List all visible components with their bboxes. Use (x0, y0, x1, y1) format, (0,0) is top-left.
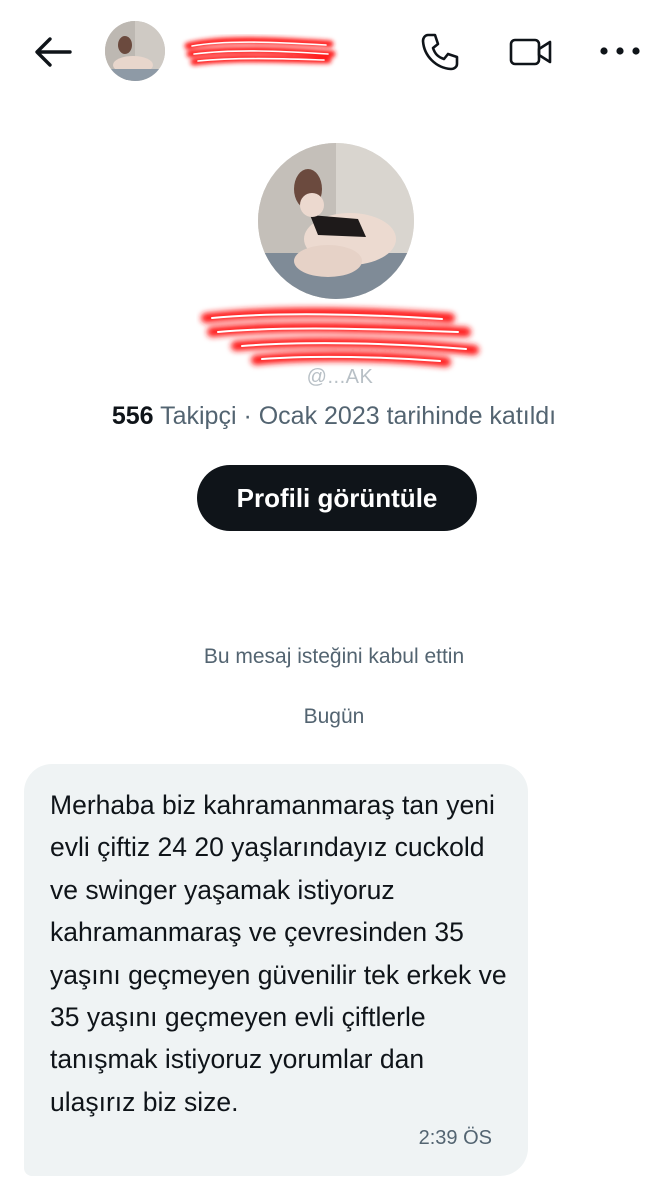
profile-stats: 556 Takipçi · Ocak 2023 tarihinde katıld… (0, 402, 668, 431)
arrow-left-icon (35, 37, 72, 67)
back-button[interactable] (30, 32, 74, 72)
profile-avatar[interactable] (258, 143, 414, 299)
request-accepted-notice: Bu mesaj isteğini kabul ettin (203, 645, 465, 668)
followers-count[interactable]: 556 (112, 402, 154, 430)
redacted-name (180, 34, 340, 70)
message-text: Merhaba biz kahramanmaraş tan yeni evli … (50, 790, 507, 1117)
message-bubble[interactable]: Merhaba biz kahramanmaraş tan yeni evli … (24, 764, 528, 1176)
view-profile-button[interactable]: Profili görüntüle (197, 465, 477, 531)
conversation-header (0, 0, 668, 104)
profile-handle: @...AK (306, 366, 374, 388)
joined-date: · Ocak 2023 tarihinde katıldı (243, 402, 557, 430)
avatar-photo (105, 21, 165, 81)
call-button[interactable] (418, 30, 462, 74)
date-separator: Bugün (303, 705, 365, 728)
more-horizontal-icon (600, 47, 640, 55)
redaction-scribble (184, 37, 336, 66)
profile-photo (258, 143, 414, 299)
followers-label[interactable]: Takipçi (160, 402, 236, 430)
message-timestamp: 2:39 ÖS (418, 1127, 492, 1149)
header-avatar[interactable] (105, 21, 165, 81)
video-camera-icon (509, 38, 552, 66)
more-button[interactable] (598, 36, 642, 66)
video-call-button[interactable] (508, 32, 554, 72)
phone-icon (421, 33, 459, 71)
